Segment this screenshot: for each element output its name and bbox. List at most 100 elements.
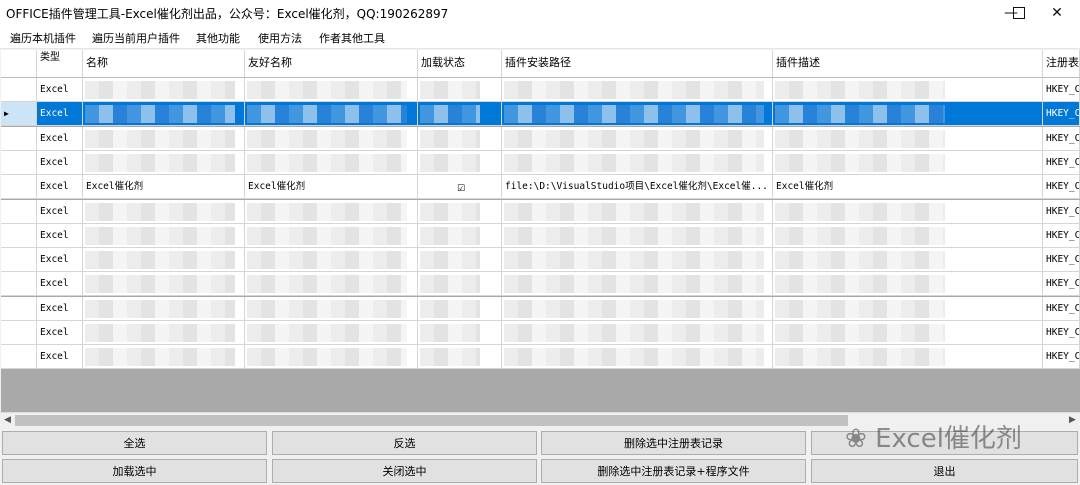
cell-name[interactable]: [83, 102, 245, 127]
cell-name[interactable]: [83, 199, 245, 224]
invert-selection-button[interactable]: 反选: [272, 431, 537, 455]
cell-name[interactable]: [83, 223, 245, 248]
cell-friendly[interactable]: [245, 150, 418, 175]
loaded-checkbox[interactable]: ☑: [456, 184, 466, 194]
cell-name[interactable]: [83, 345, 245, 370]
menu-author-tools[interactable]: 作者其他工具: [319, 30, 385, 46]
row-header[interactable]: [1, 296, 37, 321]
table-row[interactable]: Excel HKEY_CU: [1, 78, 1080, 102]
cell-loaded[interactable]: [418, 248, 502, 273]
cell-reg[interactable]: HKEY_CU: [1043, 345, 1080, 370]
cell-loaded[interactable]: [418, 345, 502, 370]
row-header[interactable]: [1, 175, 37, 200]
cell-type[interactable]: Excel: [37, 150, 83, 175]
cell-type[interactable]: Excel: [37, 345, 83, 370]
cell-friendly[interactable]: [245, 272, 418, 297]
row-header[interactable]: [1, 248, 37, 273]
cell-loaded[interactable]: [418, 150, 502, 175]
load-selected-button[interactable]: 加载选中: [2, 459, 267, 483]
col-install-path[interactable]: 插件安装路径: [502, 50, 773, 78]
table-row[interactable]: Excel HKEY_CU: [1, 199, 1080, 224]
cell-friendly[interactable]: [245, 199, 418, 224]
table-row[interactable]: Excel HKEY_CU: [1, 150, 1080, 175]
cell-name[interactable]: [83, 321, 245, 345]
cell-reg[interactable]: HKEY_CU: [1043, 199, 1080, 224]
cell-path[interactable]: [502, 126, 773, 151]
cell-name[interactable]: Excel催化剂: [83, 175, 245, 200]
cell-loaded[interactable]: [418, 199, 502, 224]
delete-registry-button[interactable]: 删除选中注册表记录: [541, 431, 806, 455]
scroll-thumb[interactable]: [15, 415, 848, 426]
cell-type[interactable]: Excel: [37, 272, 83, 297]
cell-loaded[interactable]: [418, 126, 502, 151]
plugin-grid[interactable]: 类型 名称 友好名称 加载状态 插件安装路径 插件描述 注册表 Excel HKE…: [1, 50, 1080, 412]
cell-desc[interactable]: [773, 248, 1043, 273]
cell-reg[interactable]: HKEY_CU: [1043, 321, 1080, 345]
menu-traverse-local[interactable]: 遍历本机插件: [10, 30, 76, 46]
cell-path[interactable]: [502, 321, 773, 345]
cell-type[interactable]: Excel: [37, 126, 83, 151]
cell-name[interactable]: [83, 126, 245, 151]
cell-loaded[interactable]: ☑: [418, 175, 502, 200]
cell-desc[interactable]: [773, 102, 1043, 127]
cell-type[interactable]: Excel: [37, 78, 83, 102]
cell-desc[interactable]: [773, 223, 1043, 248]
table-row[interactable]: Excel HKEY_CU: [1, 272, 1080, 297]
cell-name[interactable]: [83, 150, 245, 175]
row-header[interactable]: [1, 126, 37, 151]
cell-friendly[interactable]: [245, 126, 418, 151]
close-selected-button[interactable]: 关闭选中: [272, 459, 537, 483]
cell-friendly[interactable]: [245, 223, 418, 248]
menu-usage[interactable]: 使用方法: [258, 30, 302, 46]
cell-path[interactable]: [502, 296, 773, 321]
table-row[interactable]: Excel HKEY_CU: [1, 248, 1080, 273]
row-header[interactable]: [1, 321, 37, 345]
cell-friendly[interactable]: [245, 345, 418, 370]
row-header[interactable]: [1, 345, 37, 370]
cell-friendly[interactable]: [245, 102, 418, 127]
cell-loaded[interactable]: [418, 272, 502, 297]
menu-other-functions[interactable]: 其他功能: [196, 30, 240, 46]
cell-path[interactable]: [502, 272, 773, 297]
col-type[interactable]: 类型: [37, 50, 83, 78]
exit-button[interactable]: 退出: [811, 459, 1078, 483]
cell-type[interactable]: Excel: [37, 199, 83, 224]
row-header[interactable]: [1, 272, 37, 297]
cell-desc[interactable]: [773, 272, 1043, 297]
cell-path[interactable]: [502, 199, 773, 224]
cell-desc[interactable]: [773, 126, 1043, 151]
col-load-status[interactable]: 加载状态: [418, 50, 502, 78]
row-header[interactable]: [1, 223, 37, 248]
cell-type[interactable]: Excel: [37, 321, 83, 345]
cell-desc[interactable]: Excel催化剂: [773, 175, 1043, 200]
row-header[interactable]: ▶: [1, 102, 37, 127]
cell-path[interactable]: [502, 345, 773, 370]
row-header[interactable]: [1, 150, 37, 175]
table-row[interactable]: Excel HKEY_CU: [1, 126, 1080, 151]
cell-type[interactable]: Excel: [37, 223, 83, 248]
cell-reg[interactable]: HKEY_CU: [1043, 272, 1080, 297]
cell-type[interactable]: Excel: [37, 248, 83, 273]
cell-path[interactable]: [502, 223, 773, 248]
cell-friendly[interactable]: [245, 296, 418, 321]
cell-loaded[interactable]: [418, 78, 502, 102]
cell-reg[interactable]: HKEY_CU: [1043, 296, 1080, 321]
cell-desc[interactable]: [773, 321, 1043, 345]
cell-reg[interactable]: HKEY_CU: [1043, 78, 1080, 102]
cell-desc[interactable]: [773, 296, 1043, 321]
cell-path[interactable]: file:\D:\VisualStudio项目\Excel催化剂\Excel催.…: [502, 175, 773, 200]
cell-friendly[interactable]: Excel催化剂: [245, 175, 418, 200]
cell-reg[interactable]: HKEY_CU: [1043, 126, 1080, 151]
cell-path[interactable]: [502, 78, 773, 102]
scroll-right-icon[interactable]: ▶: [1065, 413, 1080, 428]
menu-traverse-user[interactable]: 遍历当前用户插件: [92, 30, 180, 46]
table-row[interactable]: ▶Excel HKEY_CU: [1, 102, 1080, 127]
cell-friendly[interactable]: [245, 78, 418, 102]
close-icon[interactable]: ✕: [1034, 0, 1080, 26]
scroll-left-icon[interactable]: ◀: [0, 413, 15, 428]
table-row[interactable]: Excel HKEY_CU: [1, 296, 1080, 321]
cell-path[interactable]: [502, 150, 773, 175]
col-name[interactable]: 名称: [83, 50, 245, 78]
cell-reg[interactable]: HKEY_CU: [1043, 150, 1080, 175]
cell-friendly[interactable]: [245, 248, 418, 273]
